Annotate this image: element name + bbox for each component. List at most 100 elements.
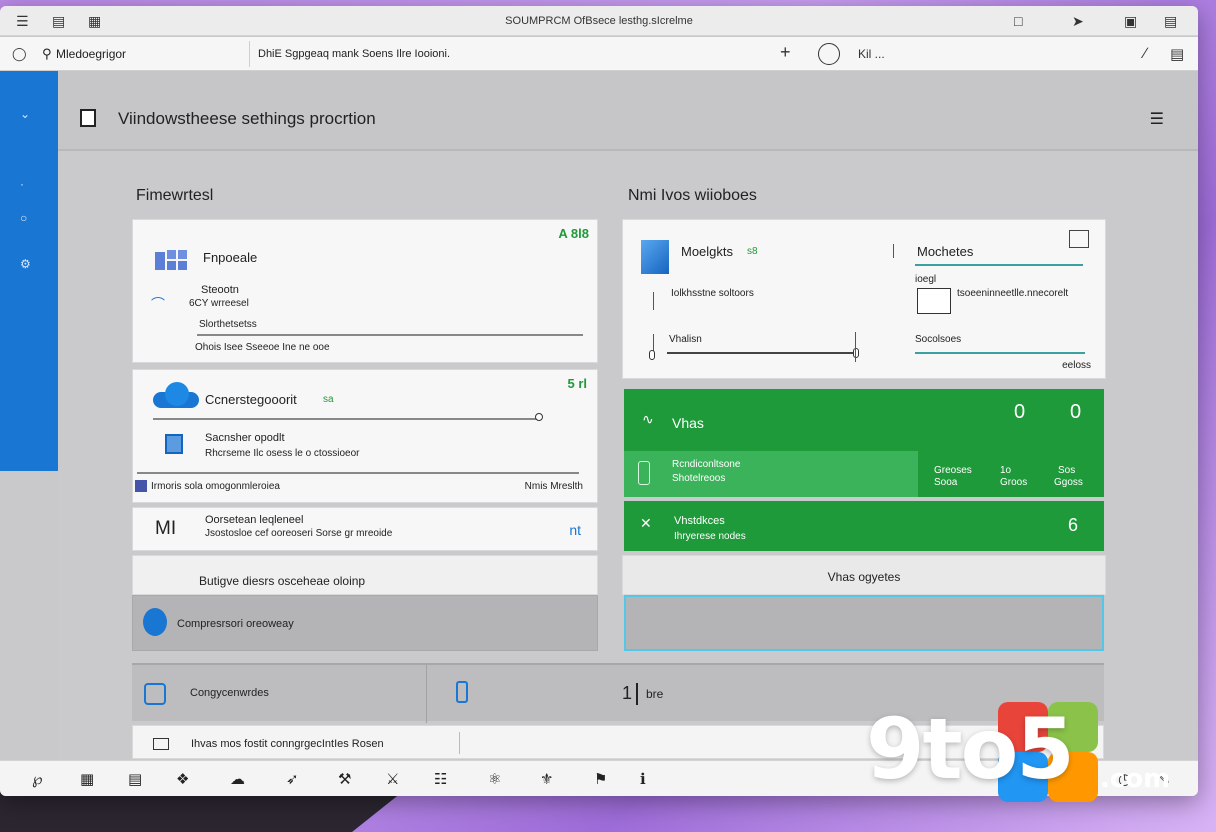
models-heading-left-badge: s8 xyxy=(747,246,758,257)
device-icon xyxy=(165,434,183,454)
app-label: Mledoegrigor xyxy=(56,47,127,61)
path-text[interactable]: DhiE Sgpgeaq mank Soens Ilre Iooioni. xyxy=(258,48,450,60)
models-card[interactable]: Moelgkts s8 Mochetes ioegl tsoeeninneetl… xyxy=(622,219,1106,379)
vhas-title: Vhas xyxy=(672,415,704,431)
restore-icon[interactable]: ▣ xyxy=(1124,13,1137,30)
watermark-text: 9to5 xyxy=(866,700,1075,798)
compression-card[interactable]: Compresrsori oreoweay xyxy=(132,595,598,651)
models-left-line: Iolkhsstne soltoors xyxy=(671,288,754,299)
address-bar: ◯ ⚲ Mledoegrigor DhiE Sgpgeaq mank Soens… xyxy=(0,37,1198,71)
grid-icon[interactable]: ▦ xyxy=(80,770,94,788)
mi-action-icon[interactable]: nt xyxy=(569,522,581,538)
onedrive-line1: Sacnsher opodlt xyxy=(205,432,285,444)
right-section-title: Nmi Ivos wiioboes xyxy=(628,187,757,204)
mi-letter-icon: MI xyxy=(155,518,177,539)
add-icon[interactable]: + xyxy=(780,42,791,63)
vhas-ogyetes-card[interactable]: Vhas ogyetes xyxy=(622,555,1106,595)
info-icon[interactable]: ℹ xyxy=(640,770,646,788)
chat-icon[interactable]: ❖ xyxy=(176,770,189,788)
backup-card[interactable]: Butigve diesrs osceheae oloinp xyxy=(132,555,598,595)
mi-line2: Jsostosloe cef ooreoseri Sorse gr mreoid… xyxy=(205,528,393,539)
shield-icon xyxy=(143,608,167,636)
copy-icon xyxy=(144,683,166,705)
header-menu-icon[interactable]: ☰ xyxy=(1150,109,1164,129)
watermark-logo: 9to5 .com xyxy=(866,700,1196,810)
firewall-footer: Ohois Isee Sseeoe Ine ne ooe xyxy=(195,342,330,353)
app-window: ☰ ▤ ▦ SOUMPRCM OfBsece lesthg.sIcrelme □… xyxy=(0,6,1198,796)
firewall-card[interactable]: A 8l8 Fnpoeale Steootn 6CY wrreesel ⌒ Sl… xyxy=(132,219,598,363)
network-icon[interactable]: ☷ xyxy=(434,770,447,788)
arrow-icon[interactable]: ➶ xyxy=(286,770,299,788)
watermark-domain: .com xyxy=(1100,764,1171,794)
page-header: Viindowstheese sethings procrtion ☰ xyxy=(58,71,1198,151)
models-right-small: eeloss xyxy=(1062,360,1091,371)
flag-icon[interactable]: ⚑ xyxy=(594,770,607,788)
models-small-label: ioegl xyxy=(915,274,937,285)
vhas-value2: 0 xyxy=(1070,401,1082,423)
vhas-value1: 0 xyxy=(1014,401,1026,423)
window-icon[interactable] xyxy=(1069,230,1089,248)
vhas-col3-a: Sos xyxy=(1058,465,1076,476)
models-slider-track[interactable] xyxy=(667,352,857,354)
cross-icon[interactable]: ⚜ xyxy=(540,770,553,788)
signal-icon[interactable]: ⚔ xyxy=(386,770,399,788)
vhas-col1-b: Sooa xyxy=(934,477,958,488)
app-label-field[interactable]: ⚲ Mledoegrigor xyxy=(38,41,250,67)
page-title: Viindowstheese sethings procrtion xyxy=(118,109,376,128)
main-content: Fimewrtesl Nmi Ivos wiioboes A 8l8 Fnpoe… xyxy=(58,151,1198,761)
share-icon[interactable]: ➤ xyxy=(1072,13,1084,30)
pen-icon[interactable]: ∕ xyxy=(1144,45,1147,62)
pulse-icon: ∿ xyxy=(642,411,654,427)
models-right-label: Socolsoes xyxy=(915,334,962,345)
search-icon: ⚲ xyxy=(42,46,52,61)
sidebar-item-settings-icon[interactable]: ⚙ xyxy=(20,257,31,271)
onedrive-card[interactable]: 5 rl Ccnerstegooorit sa Sacnsher opodlt … xyxy=(132,369,598,503)
minimize-icon[interactable]: □ xyxy=(1014,13,1022,29)
hash-icon[interactable]: ⚛ xyxy=(488,770,501,788)
sidebar-item-circle-icon[interactable]: ○ xyxy=(20,211,27,225)
sidebar-item-chevron-icon[interactable]: ⌄ xyxy=(20,107,30,121)
onedrive-progress-knob[interactable] xyxy=(535,413,543,421)
bottom-mid-value: 1 xyxy=(622,683,633,703)
models-divider xyxy=(893,244,894,258)
mi-card[interactable]: MI Oorsetean leqleneel Jsostosloe cef oo… xyxy=(132,507,598,551)
bottom-list-divider xyxy=(459,732,460,754)
vhas-col2-a: 1o xyxy=(1000,465,1012,476)
bottom-left-label[interactable]: Congycenwrdes xyxy=(190,687,269,699)
phone-icon xyxy=(638,461,650,485)
list-icon[interactable]: ▤ xyxy=(128,770,142,788)
onedrive-heading-badge: sa xyxy=(323,394,334,405)
vhstdkces-card[interactable]: ✕ Vhstdkces Ihryerese nodes 6 xyxy=(624,501,1104,551)
empty-panel[interactable] xyxy=(624,595,1104,651)
onedrive-footer-left: Irmoris sola omogonmleroiea xyxy=(151,481,280,492)
bottom-mid-label: bre xyxy=(646,687,664,701)
cloud-arc-icon: ⌒ xyxy=(151,296,165,312)
text-icon[interactable]: ℘ xyxy=(32,770,42,788)
vhas-sub-panel[interactable]: Rcndiconltsone Shotelreoos xyxy=(624,451,918,497)
back-icon[interactable]: ◯ xyxy=(12,46,27,62)
vhas-card[interactable]: ∿ Vhas 0 0 Rcndiconltsone Shotelreoos Gr… xyxy=(624,389,1104,497)
models-slider-left-knob[interactable] xyxy=(649,350,655,360)
cloud-icon[interactable]: ☁ xyxy=(230,770,245,788)
calculator-icon xyxy=(153,738,169,750)
models-right-bar xyxy=(915,264,1083,266)
firewall-sub1: Steootn xyxy=(201,284,239,296)
left-section-title: Fimewrtesl xyxy=(136,187,214,204)
firewall-sub2: 6CY wrreesel xyxy=(189,298,249,309)
close-icon[interactable]: ▤ xyxy=(1164,13,1177,30)
panel-icon[interactable]: ▤ xyxy=(1170,45,1184,63)
readout-text: Kil ... xyxy=(858,47,885,61)
sidebar: ⌄ · ○ ⚙ xyxy=(0,71,58,471)
models-right-progress xyxy=(915,352,1085,354)
mi-line1: Oorsetean leqleneel xyxy=(205,514,304,526)
models-left-marker xyxy=(653,292,654,310)
clock-icon[interactable] xyxy=(818,43,840,65)
models-slider-right-knob[interactable] xyxy=(853,348,859,358)
firewall-badge: A 8l8 xyxy=(558,226,589,241)
models-right-line: tsoeeninneetlle.nnecorelt xyxy=(957,288,1069,299)
onedrive-progress-bar xyxy=(153,418,539,420)
tools-icon[interactable]: ⚒ xyxy=(338,770,351,788)
sidebar-item-dot-icon[interactable]: · xyxy=(20,177,24,191)
vhas-sub-title: Rcndiconltsone xyxy=(672,459,741,470)
vhas-ogyetes-text: Vhas ogyetes xyxy=(827,570,901,584)
